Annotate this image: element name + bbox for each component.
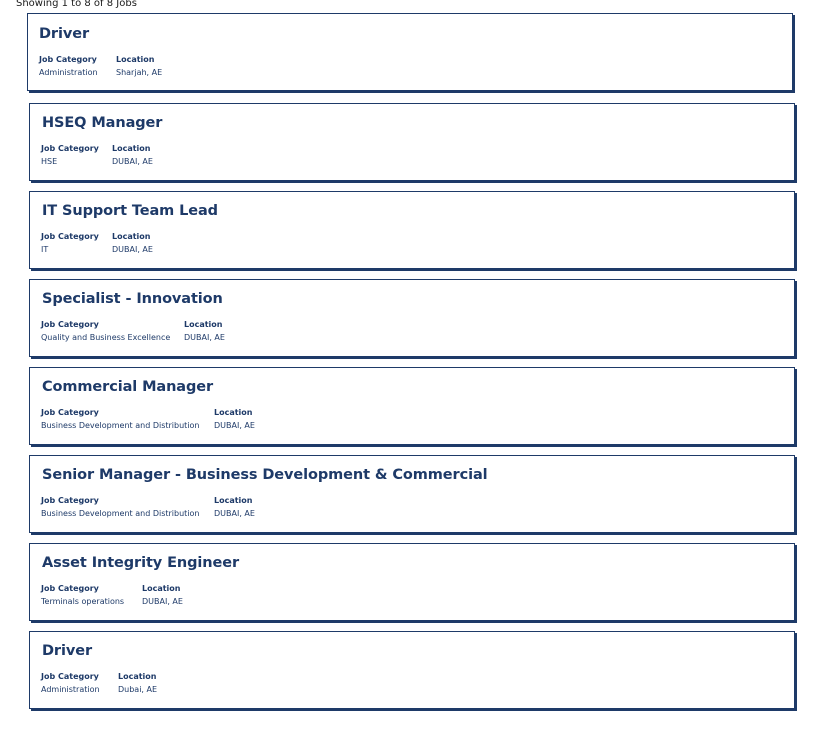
job-title-link[interactable]: Commercial Manager — [42, 379, 213, 395]
job-category-value: Terminals operations — [41, 597, 125, 606]
job-category-label: Job Category — [41, 496, 99, 505]
job-card[interactable]: Driver Job Category Administration Locat… — [27, 13, 793, 91]
job-list: Driver Job Category Administration Locat… — [0, 0, 819, 732]
job-category-value: IT — [41, 245, 49, 254]
job-category: Job Category Quality and Business Excell… — [41, 319, 170, 343]
job-location-value: DUBAI, AE — [214, 421, 255, 430]
job-category: Job Category IT — [41, 231, 99, 255]
job-location-value: DUBAI, AE — [214, 509, 255, 518]
job-location-value: Dubai, AE — [118, 685, 158, 694]
job-title-link[interactable]: Senior Manager - Business Development & … — [42, 467, 488, 483]
job-location-value: DUBAI, AE — [112, 245, 153, 254]
job-category: Job Category Administration — [41, 671, 100, 695]
job-title-link[interactable]: Driver — [39, 26, 89, 42]
job-location-label: Location — [214, 496, 253, 505]
job-location-label: Location — [214, 408, 253, 417]
job-card[interactable]: Asset Integrity Engineer Job Category Te… — [29, 543, 795, 621]
job-location-label: Location — [112, 144, 151, 153]
job-category-value: Administration — [41, 685, 100, 694]
job-title-link[interactable]: IT Support Team Lead — [42, 203, 218, 219]
job-title-link[interactable]: Specialist - Innovation — [42, 291, 223, 307]
job-category-label: Job Category — [41, 408, 99, 417]
job-category-label: Job Category — [41, 320, 99, 329]
job-title-link[interactable]: Driver — [42, 643, 92, 659]
job-category: Job Category Terminals operations — [41, 583, 124, 607]
job-card[interactable]: Commercial Manager Job Category Business… — [29, 367, 795, 445]
job-location-label: Location — [112, 232, 151, 241]
job-location-value: DUBAI, AE — [142, 597, 183, 606]
job-category-label: Job Category — [41, 144, 99, 153]
job-category-value: HSE — [41, 157, 58, 166]
job-category-label: Job Category — [41, 232, 99, 241]
job-category-value: Business Development and Distribution — [41, 509, 200, 518]
job-category-label: Job Category — [41, 672, 99, 681]
job-card[interactable]: Specialist - Innovation Job Category Qua… — [29, 279, 795, 357]
job-location: Location DUBAI, AE — [112, 231, 153, 255]
job-location: Location DUBAI, AE — [142, 583, 183, 607]
job-location-label: Location — [118, 672, 157, 681]
job-location-value: Sharjah, AE — [116, 68, 163, 77]
job-location: Location Sharjah, AE — [116, 54, 162, 78]
job-location: Location DUBAI, AE — [214, 407, 255, 431]
job-category-value: Administration — [39, 68, 98, 77]
job-category: Job Category Administration — [39, 54, 98, 78]
job-location-label: Location — [142, 584, 181, 593]
job-location-value: DUBAI, AE — [184, 333, 225, 342]
job-location: Location DUBAI, AE — [184, 319, 225, 343]
job-location-label: Location — [116, 55, 155, 64]
job-category-value: Quality and Business Excellence — [41, 333, 171, 342]
job-location-value: DUBAI, AE — [112, 157, 153, 166]
job-location: Location DUBAI, AE — [112, 143, 153, 167]
job-location-label: Location — [184, 320, 223, 329]
job-title-link[interactable]: HSEQ Manager — [42, 115, 162, 131]
job-card[interactable]: HSEQ Manager Job Category HSE Location D… — [29, 103, 795, 181]
job-card[interactable]: Senior Manager - Business Development & … — [29, 455, 795, 533]
job-card[interactable]: IT Support Team Lead Job Category IT Loc… — [29, 191, 795, 269]
job-category-label: Job Category — [41, 584, 99, 593]
job-category-value: Business Development and Distribution — [41, 421, 200, 430]
job-title-link[interactable]: Asset Integrity Engineer — [42, 555, 239, 571]
job-category: Job Category Business Development and Di… — [41, 495, 199, 519]
job-category: Job Category Business Development and Di… — [41, 407, 199, 431]
job-card[interactable]: Driver Job Category Administration Locat… — [29, 631, 795, 709]
job-location: Location Dubai, AE — [118, 671, 157, 695]
job-location: Location DUBAI, AE — [214, 495, 255, 519]
job-category-label: Job Category — [39, 55, 97, 64]
job-category: Job Category HSE — [41, 143, 99, 167]
